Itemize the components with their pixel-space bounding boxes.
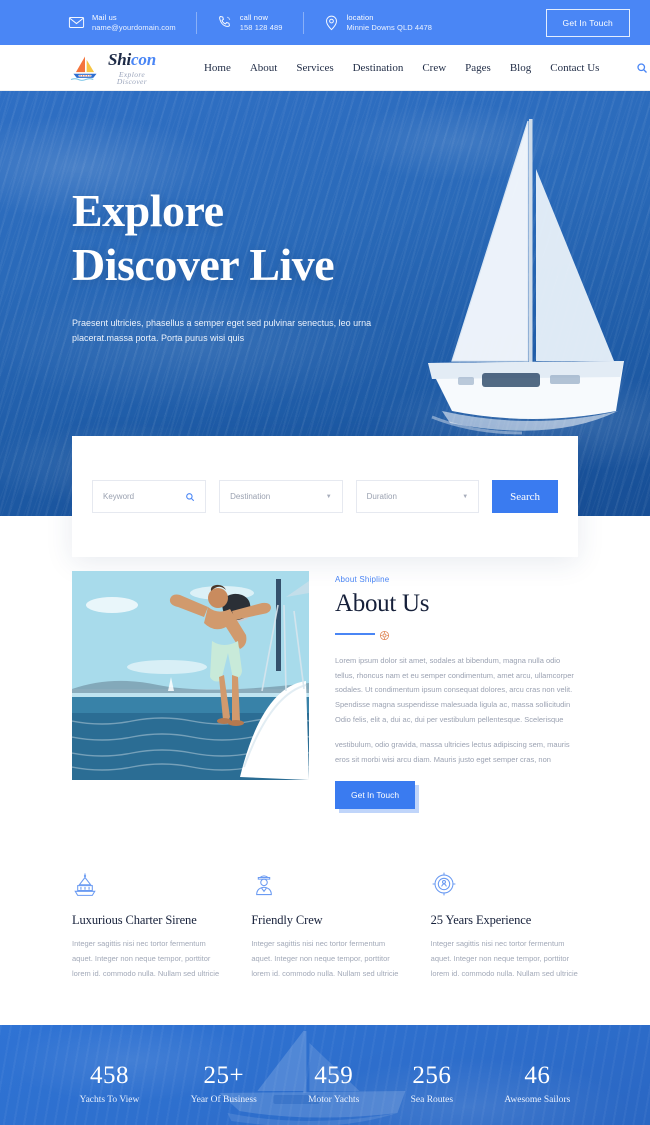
stat-number: 256 (412, 1062, 452, 1090)
nav-item-crew[interactable]: Crew (422, 62, 446, 74)
stat-motor-yachts: 459 Motor Yachts (308, 1062, 359, 1105)
ship-icon (72, 871, 219, 897)
about-paragraph-1: Lorem ipsum dolor sit amet, sodales at b… (335, 656, 574, 724)
stat-yachts-to-view: 458 Yachts To View (80, 1062, 140, 1105)
feature-title: Luxurious Charter Sirene (72, 913, 197, 928)
stat-number: 25+ (203, 1062, 245, 1090)
logo-name-part1: Shi (108, 49, 132, 69)
stat-label: Awesome Sailors (504, 1095, 571, 1106)
nav-item-contact-us[interactable]: Contact Us (550, 62, 599, 74)
sailboat-logo-icon (68, 54, 102, 82)
sailor-crew-icon (251, 871, 398, 897)
chevron-down-icon: ▼ (462, 493, 469, 500)
topbar-phone-item[interactable]: call now 158 128 489 (216, 13, 303, 32)
topbar-mail-value: name@yourdomain.com (92, 22, 176, 32)
hero-title: Explore Discover Live (72, 184, 650, 293)
divider-line (335, 632, 375, 635)
feature-card-years-experience: 25 Years Experience Integer sagittis nis… (431, 871, 578, 981)
stat-number: 459 (314, 1062, 354, 1090)
nav-item-destination[interactable]: Destination (353, 62, 404, 74)
experience-badge-icon (431, 871, 578, 897)
topbar-location-label: location (346, 13, 374, 23)
nav-item-about[interactable]: About (250, 62, 278, 74)
destination-select[interactable]: Destination ▼ (219, 480, 343, 513)
hero-paragraph: Praesent ultricies, phasellus a semper e… (72, 317, 372, 344)
duration-select[interactable]: Duration ▼ (355, 480, 480, 513)
stat-number: 46 (524, 1062, 551, 1090)
phone-icon (216, 14, 233, 31)
top-contact-items: Mail us name@yourdomain.com call now 158… (68, 13, 546, 32)
trip-search-card: Keyword Destination ▼ Duration ▼ Search (72, 436, 578, 557)
topbar-location-value: Minnie Downs QLD 4478 (346, 22, 433, 32)
ship-wheel-icon (379, 628, 390, 641)
feature-text: Integer sagittis nisi nec tortor ferment… (72, 939, 220, 978)
keyword-input[interactable]: Keyword (92, 480, 207, 513)
destination-select-value: Destination (230, 492, 271, 501)
location-pin-icon (323, 14, 340, 31)
about-content: About Shipline About Us Lorem ipsum dolo… (335, 571, 578, 810)
duration-select-value: Duration (366, 492, 397, 501)
stat-label: Motor Yachts (308, 1095, 360, 1106)
chevron-down-icon: ▼ (325, 493, 332, 500)
keyword-input-placeholder: Keyword (103, 492, 135, 501)
about-photo (72, 571, 309, 780)
feature-title: Friendly Crew (251, 913, 323, 928)
feature-card-friendly-crew: Friendly Crew Integer sagittis nisi nec … (251, 871, 398, 981)
stat-year-of-business: 25+ Year Of Business (191, 1062, 257, 1105)
mail-icon (68, 14, 85, 31)
get-in-touch-button-about[interactable]: Get In Touch (335, 781, 416, 810)
feature-card-luxurious-charter: Luxurious Charter Sirene Integer sagitti… (72, 871, 219, 981)
topbar-mail-item[interactable]: Mail us name@yourdomain.com (68, 13, 196, 32)
topbar-location-item[interactable]: location Minnie Downs QLD 4478 (323, 13, 452, 32)
hero-title-line2: Discover Live (72, 239, 335, 291)
top-contact-bar: Mail us name@yourdomain.com call now 158… (0, 0, 650, 45)
statistics-bar: 458 Yachts To View 25+ Year Of Business … (0, 1025, 650, 1125)
stat-label: Year Of Business (190, 1095, 257, 1106)
get-in-touch-button-top[interactable]: Get In Touch (545, 8, 630, 37)
topbar-phone-value: 158 128 489 (239, 22, 283, 32)
topbar-phone-label: call now (239, 13, 269, 23)
site-logo[interactable]: Shicon Explore Discover (68, 50, 156, 86)
stat-sea-routes: 256 Sea Routes (411, 1062, 453, 1105)
feature-title: 25 Years Experience (430, 913, 532, 928)
hero-content: Explore Discover Live Praesent ultricies… (0, 91, 650, 347)
stat-label: Yachts To View (79, 1095, 140, 1106)
hero-title-line1: Explore (72, 185, 224, 236)
about-heading: About Us (335, 590, 430, 617)
search-icon[interactable] (636, 62, 648, 74)
nav-item-home[interactable]: Home (204, 62, 231, 74)
feature-text: Integer sagittis nisi nec tortor ferment… (251, 939, 399, 978)
stat-number: 458 (90, 1062, 130, 1090)
stat-label: Sea Routes (410, 1095, 454, 1106)
nav-item-pages[interactable]: Pages (465, 62, 491, 74)
main-navigation-bar: Shicon Explore Discover Home About Servi… (0, 45, 650, 91)
about-section: About Shipline About Us Lorem ipsum dolo… (0, 516, 650, 810)
logo-name-part2: con (131, 49, 156, 69)
features-section: Luxurious Charter Sirene Integer sagitti… (0, 809, 650, 981)
topbar-mail-label: Mail us (92, 13, 117, 23)
section-divider (335, 628, 578, 641)
feature-text: Integer sagittis nisi nec tortor ferment… (430, 939, 578, 978)
about-paragraph-2: vestibulum, odio gravida, massa ultricie… (335, 740, 570, 764)
nav-links: Home About Services Destination Crew Pag… (204, 62, 648, 74)
logo-tagline: Explore Discover (116, 69, 148, 86)
stat-awesome-sailors: 46 Awesome Sailors (504, 1062, 570, 1105)
search-submit-button[interactable]: Search (492, 480, 558, 513)
nav-item-blog[interactable]: Blog (510, 62, 531, 74)
nav-item-services[interactable]: Services (296, 62, 333, 74)
search-icon[interactable] (185, 492, 195, 502)
about-eyebrow: About Shipline (335, 575, 390, 584)
